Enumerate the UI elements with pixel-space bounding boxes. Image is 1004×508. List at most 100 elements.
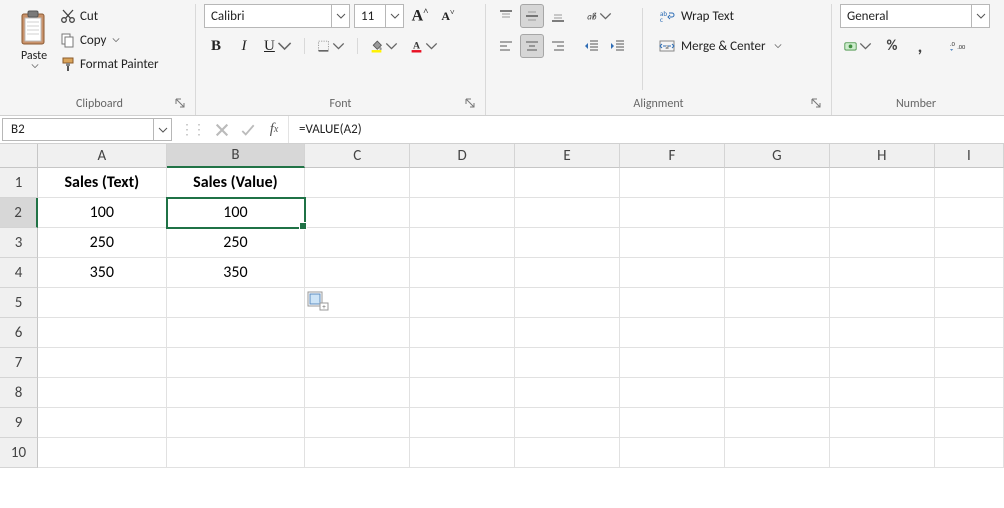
cell-D1[interactable]	[410, 168, 515, 198]
column-header-A[interactable]: A	[38, 144, 167, 168]
row-header-1[interactable]: 1	[0, 168, 38, 198]
cell-F10[interactable]	[620, 438, 725, 468]
cell-H5[interactable]	[830, 288, 935, 318]
cell-I4[interactable]	[935, 258, 1004, 288]
cell-C5[interactable]: +	[305, 288, 410, 318]
cell-B10[interactable]	[167, 438, 306, 468]
column-header-B[interactable]: B	[167, 144, 306, 168]
cell-F1[interactable]	[620, 168, 725, 198]
wrap-text-button[interactable]: abc Wrap Text	[655, 4, 786, 28]
cell-E1[interactable]	[515, 168, 620, 198]
cell-H3[interactable]	[830, 228, 935, 258]
column-header-F[interactable]: F	[620, 144, 725, 168]
cell-C4[interactable]	[305, 258, 410, 288]
cell-E9[interactable]	[515, 408, 620, 438]
cell-A2[interactable]: 100	[38, 198, 167, 228]
cell-I7[interactable]	[935, 348, 1004, 378]
cell-D3[interactable]	[410, 228, 515, 258]
row-header-4[interactable]: 4	[0, 258, 38, 288]
cell-E7[interactable]	[515, 348, 620, 378]
cell-E10[interactable]	[515, 438, 620, 468]
cell-C1[interactable]	[305, 168, 410, 198]
cell-B9[interactable]	[167, 408, 306, 438]
cell-H6[interactable]	[830, 318, 935, 348]
cell-C9[interactable]	[305, 408, 410, 438]
font-size-dropdown[interactable]	[385, 5, 403, 27]
name-box[interactable]: B2	[2, 118, 172, 141]
column-header-C[interactable]: C	[305, 144, 410, 168]
cell-I10[interactable]	[935, 438, 1004, 468]
format-painter-button[interactable]: Format Painter	[60, 54, 159, 74]
cell-D4[interactable]	[410, 258, 515, 288]
cell-D8[interactable]	[410, 378, 515, 408]
orientation-button[interactable]: ab	[580, 4, 616, 28]
cell-G8[interactable]	[725, 378, 830, 408]
column-header-D[interactable]: D	[410, 144, 515, 168]
cell-H9[interactable]	[830, 408, 935, 438]
cell-G7[interactable]	[725, 348, 830, 378]
accounting-format-button[interactable]	[840, 34, 876, 58]
cell-B3[interactable]: 250	[167, 228, 306, 258]
paste-button[interactable]: Paste	[12, 4, 56, 74]
percent-button[interactable]: %	[880, 34, 904, 58]
cell-C6[interactable]	[305, 318, 410, 348]
name-box-dropdown[interactable]	[153, 119, 171, 140]
cell-E5[interactable]	[515, 288, 620, 318]
cell-D6[interactable]	[410, 318, 515, 348]
alignment-dialog-launcher[interactable]	[809, 96, 823, 110]
cut-button[interactable]: Cut	[60, 6, 159, 26]
merge-center-button[interactable]: a Merge & Center	[655, 34, 786, 58]
cell-A8[interactable]	[38, 378, 167, 408]
column-header-H[interactable]: H	[830, 144, 935, 168]
cell-A6[interactable]	[38, 318, 167, 348]
cell-I9[interactable]	[935, 408, 1004, 438]
cell-B7[interactable]	[167, 348, 306, 378]
cell-E2[interactable]	[515, 198, 620, 228]
cell-B1[interactable]: Sales (Value)	[167, 168, 306, 198]
borders-button[interactable]	[313, 34, 349, 58]
align-top-button[interactable]	[494, 4, 518, 28]
cell-C10[interactable]	[305, 438, 410, 468]
cell-G2[interactable]	[725, 198, 830, 228]
increase-font-button[interactable]: A˄	[408, 4, 432, 28]
column-header-I[interactable]: I	[935, 144, 1004, 168]
font-name-combo[interactable]: Calibri	[204, 4, 350, 28]
align-middle-button[interactable]	[520, 4, 544, 28]
cell-H2[interactable]	[830, 198, 935, 228]
comma-button[interactable]: ,	[908, 34, 932, 58]
cell-F8[interactable]	[620, 378, 725, 408]
cell-E3[interactable]	[515, 228, 620, 258]
cancel-formula-button[interactable]	[214, 122, 230, 138]
cell-D2[interactable]	[410, 198, 515, 228]
italic-button[interactable]: I	[232, 34, 256, 58]
underline-button[interactable]: U	[260, 34, 296, 58]
select-all-corner[interactable]	[0, 144, 38, 168]
cell-F6[interactable]	[620, 318, 725, 348]
row-header-3[interactable]: 3	[0, 228, 38, 258]
bold-button[interactable]: B	[204, 34, 228, 58]
increase-indent-button[interactable]	[606, 34, 630, 58]
enter-formula-button[interactable]	[240, 122, 256, 138]
font-size-combo[interactable]: 11	[354, 4, 404, 28]
insert-function-button[interactable]: fx	[266, 122, 282, 138]
cell-C8[interactable]	[305, 378, 410, 408]
cell-I2[interactable]	[935, 198, 1004, 228]
cell-G1[interactable]	[725, 168, 830, 198]
cell-A3[interactable]: 250	[38, 228, 167, 258]
cell-C3[interactable]	[305, 228, 410, 258]
row-header-2[interactable]: 2	[0, 198, 38, 228]
cell-D10[interactable]	[410, 438, 515, 468]
font-color-button[interactable]: A	[406, 34, 442, 58]
font-dialog-launcher[interactable]	[463, 96, 477, 110]
cell-D9[interactable]	[410, 408, 515, 438]
cell-I5[interactable]	[935, 288, 1004, 318]
cell-G6[interactable]	[725, 318, 830, 348]
row-header-6[interactable]: 6	[0, 318, 38, 348]
cell-E8[interactable]	[515, 378, 620, 408]
cell-C7[interactable]	[305, 348, 410, 378]
cell-B8[interactable]	[167, 378, 306, 408]
cell-A7[interactable]	[38, 348, 167, 378]
cell-I6[interactable]	[935, 318, 1004, 348]
cell-D5[interactable]	[410, 288, 515, 318]
cell-G5[interactable]	[725, 288, 830, 318]
